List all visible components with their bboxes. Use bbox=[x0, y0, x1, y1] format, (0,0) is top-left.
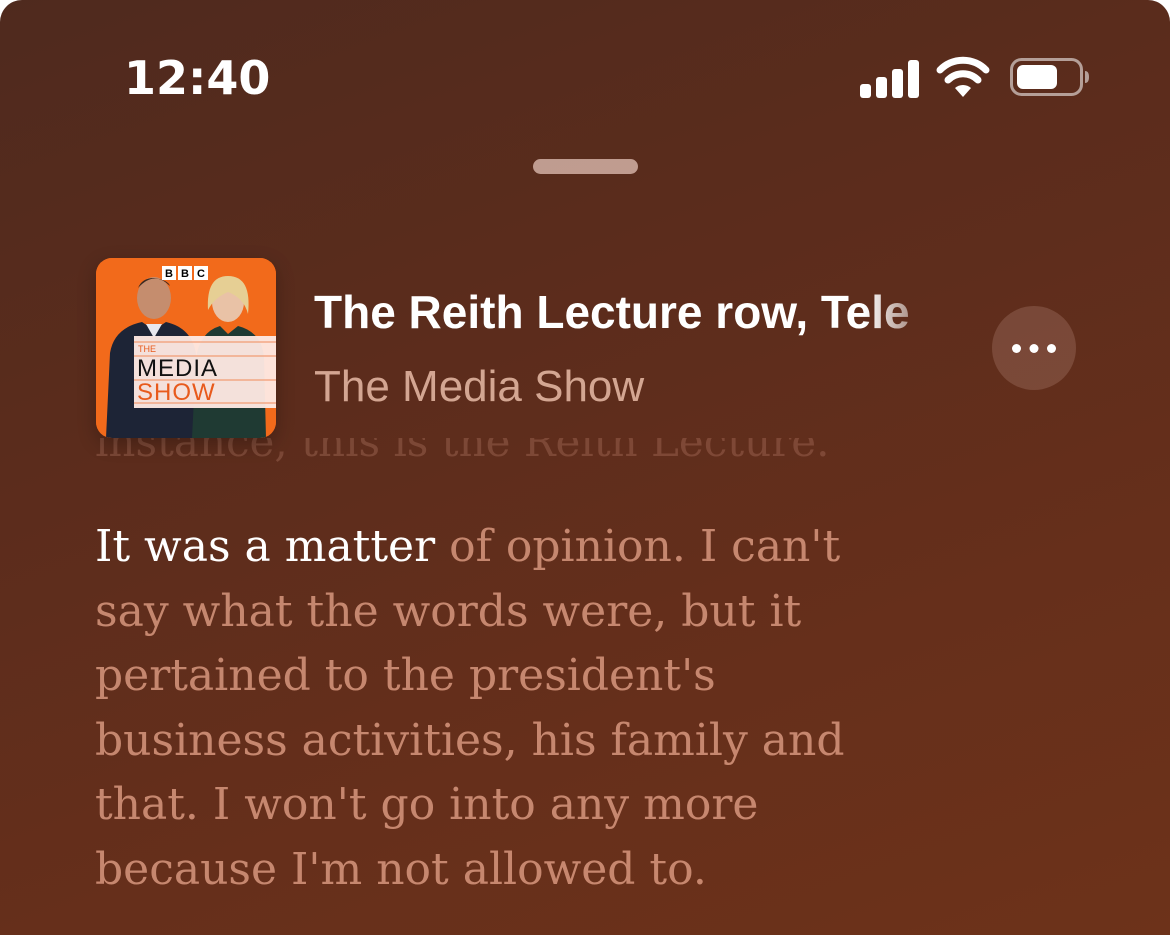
cellular-signal-icon bbox=[860, 58, 920, 98]
more-options-button[interactable] bbox=[992, 306, 1076, 390]
transcript-line[interactable]: that. I won't go into any more bbox=[95, 773, 955, 838]
show-name[interactable]: The Media Show bbox=[314, 360, 644, 414]
sheet-grabber-handle[interactable] bbox=[533, 159, 638, 174]
previous-transcript-line: instance, this is the Reith Lecture. bbox=[95, 438, 830, 466]
transcript-current-line[interactable]: It was a matter of opinion. I can't bbox=[95, 515, 955, 580]
bbc-logo: B B C bbox=[162, 266, 208, 280]
podcast-artwork[interactable]: B B C THE MEDIA SHOW bbox=[96, 258, 276, 438]
svg-text:MEDIA: MEDIA bbox=[137, 355, 218, 382]
svg-text:B: B bbox=[165, 268, 173, 280]
now-playing-transcript-sheet: 12:40 instance, this is the Reith Lectur… bbox=[0, 0, 1170, 935]
svg-text:B: B bbox=[181, 268, 189, 280]
wifi-icon bbox=[936, 56, 990, 97]
battery-icon bbox=[1010, 58, 1089, 96]
svg-text:THE: THE bbox=[138, 344, 156, 354]
transcript-upcoming-words: of opinion. I can't bbox=[435, 521, 841, 572]
artwork-image: B B C THE MEDIA SHOW bbox=[96, 258, 276, 438]
episode-title[interactable]: The Reith Lecture row, Tele bbox=[314, 284, 954, 340]
svg-text:C: C bbox=[197, 268, 205, 280]
transcript-line[interactable]: because I'm not allowed to. bbox=[95, 838, 955, 903]
transcript-line[interactable]: pertained to the president's bbox=[95, 644, 955, 709]
transcript-block[interactable]: It was a matter of opinion. I can't say … bbox=[95, 515, 955, 902]
status-time: 12:40 bbox=[124, 51, 271, 105]
svg-text:SHOW: SHOW bbox=[137, 379, 216, 406]
transcript-line[interactable]: business activities, his family and bbox=[95, 709, 955, 774]
transcript-line[interactable]: say what the words were, but it bbox=[95, 580, 955, 645]
ellipsis-icon bbox=[1012, 344, 1056, 353]
transcript-spoken-words: It was a matter bbox=[95, 521, 436, 572]
